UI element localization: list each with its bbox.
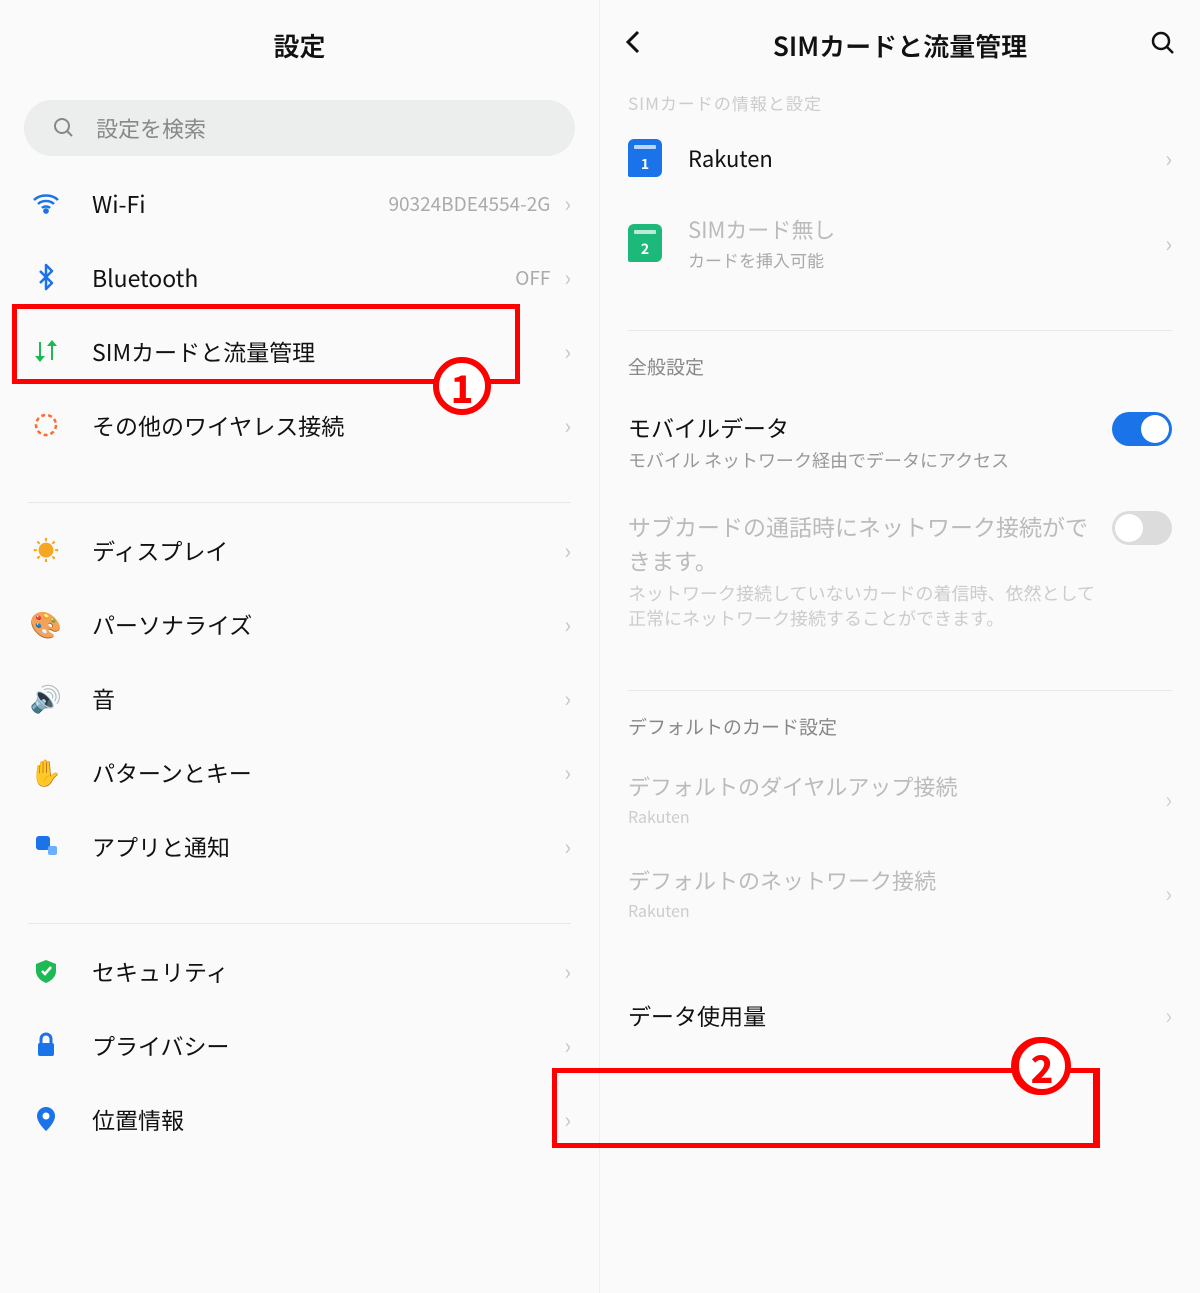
shield-icon <box>28 958 64 984</box>
chevron-right-icon: › <box>564 409 571 441</box>
mobile-data-row[interactable]: モバイルデータ モバイル ネットワーク経由でデータにアクセス <box>600 392 1200 491</box>
location-icon <box>28 1105 64 1133</box>
default-net-title: デフォルトのネットワーク接続 <box>628 864 1165 896</box>
sun-icon: ☀ <box>28 537 64 563</box>
row-security[interactable]: セキュリティ › <box>0 934 599 1008</box>
chevron-right-icon: › <box>564 608 571 640</box>
sim2-label: SIMカード無し <box>688 213 1165 245</box>
sim-pane: SIMカードと流量管理 SIMカードの情報と設定 1 Rakuten › 2 S… <box>600 0 1200 1293</box>
mobile-data-title: モバイルデータ <box>628 410 1096 444</box>
default-dial-title: デフォルトのダイヤルアップ接続 <box>628 770 1165 802</box>
default-net-sub: Rakuten <box>628 898 1165 922</box>
sim1-icon: 1 <box>628 139 662 177</box>
sim1-label: Rakuten <box>688 142 1165 174</box>
lock-icon <box>28 1032 64 1058</box>
chevron-right-icon: › <box>1165 227 1172 259</box>
row-label: パーソナライズ <box>92 607 564 641</box>
row-label: Bluetooth <box>92 260 515 294</box>
chevron-right-icon: › <box>564 335 571 367</box>
row-label: セキュリティ <box>92 954 564 988</box>
row-apps[interactable]: アプリと通知 › <box>0 809 599 883</box>
row-label: Wi-Fi <box>92 186 388 220</box>
chevron-right-icon: › <box>564 756 571 788</box>
section-header-cutoff: SIMカードの情報と設定 <box>600 90 1200 121</box>
palette-icon: 🎨 <box>28 611 64 637</box>
wireless-icon <box>28 412 64 438</box>
row-bluetooth[interactable]: Bluetooth OFF › <box>0 240 599 314</box>
chevron-right-icon: › <box>1165 142 1172 174</box>
speaker-icon: 🔊 <box>28 685 64 711</box>
general-settings-header: 全般設定 <box>600 341 1200 392</box>
row-wifi[interactable]: Wi-Fi 90324BDE4554-2G › <box>0 166 599 240</box>
row-display[interactable]: ☀ ディスプレイ › <box>0 513 599 587</box>
mobile-data-sub: モバイル ネットワーク経由でデータにアクセス <box>628 448 1096 473</box>
back-button[interactable] <box>624 27 642 64</box>
default-dial-sub: Rakuten <box>628 804 1165 828</box>
data-usage-row[interactable]: データ使用量 › <box>600 980 1200 1050</box>
row-label: 音 <box>92 681 564 715</box>
default-dial-row[interactable]: デフォルトのダイヤルアップ接続 Rakuten › <box>600 752 1200 846</box>
row-label: パターンとキー <box>92 755 564 789</box>
annotation-highlight-2: 2 <box>600 1068 1098 1148</box>
row-other-wireless[interactable]: その他のワイヤレス接続 › <box>0 388 599 462</box>
apps-icon <box>28 834 64 858</box>
chevron-right-icon: › <box>564 955 571 987</box>
default-card-header: デフォルトのカード設定 <box>600 701 1200 752</box>
chevron-right-icon: › <box>564 1029 571 1061</box>
row-sim[interactable]: SIMカードと流量管理 › <box>0 314 599 388</box>
divider <box>628 330 1172 331</box>
chevron-right-icon: › <box>564 261 571 293</box>
default-net-row[interactable]: デフォルトのネットワーク接続 Rakuten › <box>600 846 1200 940</box>
divider <box>628 690 1172 691</box>
row-label: その他のワイヤレス接続 <box>92 408 564 442</box>
row-label: ディスプレイ <box>92 533 564 567</box>
row-label: アプリと通知 <box>92 829 564 863</box>
title-bar: SIMカードと流量管理 <box>600 0 1200 90</box>
subcard-sub: ネットワーク接続していないカードの着信時、依然として正常にネットワーク接続するこ… <box>628 581 1096 631</box>
row-sound[interactable]: 🔊 音 › <box>0 661 599 735</box>
bluetooth-icon <box>28 263 64 291</box>
page-title: SIMカードと流量管理 <box>773 27 1027 64</box>
chevron-right-icon: › <box>564 534 571 566</box>
data-usage-title: データ使用量 <box>628 998 1165 1032</box>
wifi-icon <box>28 192 64 214</box>
chevron-right-icon: › <box>564 187 571 219</box>
sim1-row[interactable]: 1 Rakuten › <box>600 121 1200 195</box>
chevron-right-icon: › <box>1165 783 1172 815</box>
chevron-right-icon: › <box>564 1103 571 1135</box>
sim2-icon: 2 <box>628 224 662 262</box>
row-label: SIMカードと流量管理 <box>92 334 564 368</box>
title-bar: 設定 <box>0 0 599 90</box>
row-label: プライバシー <box>92 1028 564 1062</box>
search-input[interactable]: 設定を検索 <box>24 100 575 156</box>
search-icon <box>46 116 82 140</box>
settings-pane: 設定 設定を検索 Wi-Fi 90324BDE4554-2G › Bluetoo… <box>0 0 600 1293</box>
chevron-right-icon: › <box>1165 877 1172 909</box>
search-button[interactable] <box>1150 30 1176 61</box>
page-title: 設定 <box>273 27 325 64</box>
row-hint: 90324BDE4554-2G <box>388 190 550 217</box>
chevron-right-icon: › <box>564 830 571 862</box>
sim2-row[interactable]: 2 SIMカード無し カードを挿入可能 › <box>600 195 1200 290</box>
row-hint: OFF <box>515 264 550 291</box>
row-label: 位置情報 <box>92 1102 564 1136</box>
row-personalize[interactable]: 🎨 パーソナライズ › <box>0 587 599 661</box>
hand-icon: ✋ <box>28 759 64 785</box>
data-arrows-icon <box>28 338 64 364</box>
divider <box>28 923 571 924</box>
divider <box>28 502 571 503</box>
subcard-title: サブカードの通話時にネットワーク接続ができます。 <box>628 509 1096 577</box>
row-pattern[interactable]: ✋ パターンとキー › <box>0 735 599 809</box>
row-privacy[interactable]: プライバシー › <box>0 1008 599 1082</box>
row-location[interactable]: 位置情報 › <box>0 1082 599 1156</box>
sim2-sub: カードを挿入可能 <box>688 247 1165 272</box>
subcard-toggle <box>1112 511 1172 545</box>
search-placeholder: 設定を検索 <box>96 112 206 144</box>
mobile-data-toggle[interactable] <box>1112 412 1172 446</box>
subcard-row: サブカードの通話時にネットワーク接続ができます。 ネットワーク接続していないカー… <box>600 491 1200 649</box>
chevron-right-icon: › <box>564 682 571 714</box>
chevron-right-icon: › <box>1165 999 1172 1031</box>
